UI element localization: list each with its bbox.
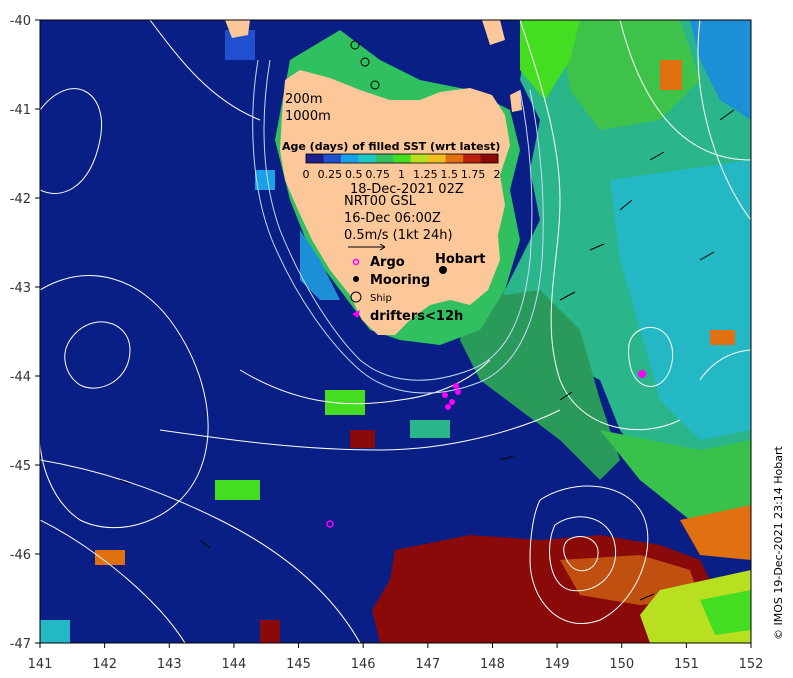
legend-tick-label: 0.25 — [318, 168, 343, 181]
legend-title: Age (days) of filled SST (wrt latest) — [282, 140, 500, 153]
x-tick-label: 143 — [157, 657, 182, 672]
legend-color-step — [375, 154, 394, 163]
x-tick-label: 149 — [545, 657, 570, 672]
legend-tick-label: 1.5 — [441, 168, 459, 181]
key-mooring: Mooring — [370, 273, 430, 288]
x-tick-label: 144 — [221, 657, 246, 672]
y-tick-label: -43 — [10, 281, 31, 296]
legend-color-step — [393, 154, 412, 163]
legend-ticks: 0 0.25 0.5 0.75 1 1.25 1.5 1.75 2 — [303, 168, 501, 181]
map-plot-area — [40, 20, 751, 643]
legend-tick-label: 0 — [303, 168, 310, 181]
y-tick-label: -45 — [10, 459, 31, 474]
altimetry-product: NRT00 GSL — [344, 194, 417, 209]
sst-map: 141 142 143 144 145 146 147 148 149 150 151 152 -40… — [10, 14, 785, 672]
y-tick-label: -47 — [10, 637, 31, 652]
y-tick-label: -42 — [10, 192, 31, 207]
vector-scale: 0.5m/s (1kt 24h) — [344, 228, 453, 243]
hobart-label: Hobart — [435, 252, 486, 267]
legend-colorbar — [305, 153, 499, 164]
y-axis: -40 -41 -42 -43 -44 -45 -46 -47 — [10, 14, 40, 652]
legend-tick-label: 1 — [398, 168, 405, 181]
legend-tick-label: 0.75 — [365, 168, 390, 181]
credit-text: © IMOS 19-Dec-2021 23:14 Hobart — [772, 445, 785, 640]
key-ship: Ship — [370, 293, 392, 304]
legend-color-step — [428, 154, 447, 163]
legend-color-step — [323, 154, 342, 163]
x-axis: 141 142 143 144 145 146 147 148 149 150 151 152 — [28, 643, 764, 672]
depth-label-1000m: 1000m — [285, 109, 331, 124]
legend-tick-label: 1.75 — [461, 168, 486, 181]
legend-color-step — [358, 154, 377, 163]
y-tick-label: -44 — [10, 370, 31, 385]
mooring-icon — [353, 276, 359, 282]
y-tick-label: -41 — [10, 103, 31, 118]
x-tick-label: 152 — [739, 657, 764, 672]
x-tick-label: 147 — [415, 657, 440, 672]
key-argo: Argo — [370, 255, 405, 270]
legend-color-step — [445, 154, 464, 163]
legend-color-step — [306, 154, 324, 163]
hobart-marker — [439, 266, 447, 274]
x-tick-label: 146 — [351, 657, 376, 672]
legend-color-step — [463, 154, 482, 163]
x-tick-label: 148 — [480, 657, 505, 672]
legend-color-step — [480, 154, 499, 163]
x-tick-label: 141 — [28, 657, 53, 672]
key-drifters: drifters<12h — [370, 309, 463, 324]
x-tick-label: 151 — [674, 657, 699, 672]
altimetry-date: 16-Dec 06:00Z — [344, 211, 441, 226]
legend-color-step — [410, 154, 429, 163]
legend-color-step — [340, 154, 359, 163]
x-tick-label: 150 — [609, 657, 634, 672]
legend-tick-label: 2 — [494, 168, 501, 181]
x-tick-label: 145 — [286, 657, 311, 672]
depth-label-200m: 200m — [285, 92, 322, 107]
legend-tick-label: 1.25 — [413, 168, 438, 181]
legend-tick-label: 0.5 — [345, 168, 363, 181]
y-tick-label: -40 — [10, 14, 31, 29]
x-tick-label: 142 — [92, 657, 117, 672]
y-tick-label: -46 — [10, 548, 31, 563]
